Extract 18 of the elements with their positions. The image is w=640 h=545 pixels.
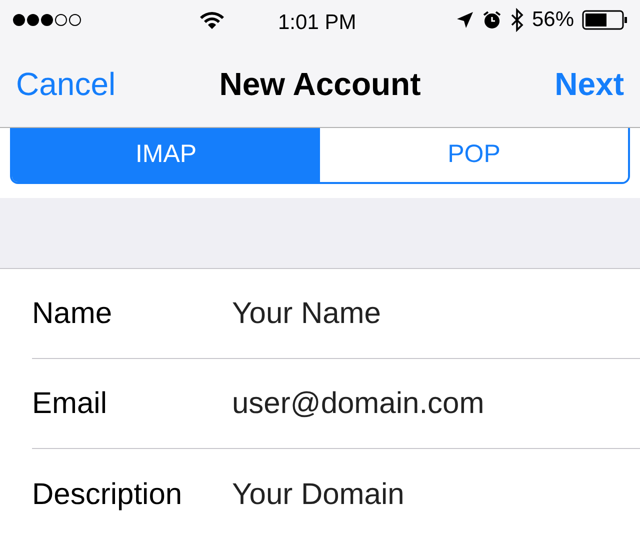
bluetooth-icon [510,8,524,32]
battery-percent: 56% [532,7,574,34]
wifi-icon [199,10,225,30]
battery-icon [582,10,628,30]
screen-title: New Account [219,64,421,104]
location-arrow-icon [456,11,474,29]
input-field[interactable]: Your Domain [232,472,640,516]
input-field[interactable]: Your Name [232,291,640,336]
field-label: Name [32,296,114,332]
input-field[interactable]: user@domain.com [232,381,640,426]
field-label: Description [32,476,184,512]
alarm-clock-icon [482,10,502,30]
signal-icon [12,13,82,27]
clock-time: 1:01 PM [278,10,356,36]
cancel-button[interactable]: Cancel [16,60,116,108]
field-label: Email [32,386,108,422]
next-button[interactable]: Next [554,60,624,108]
segment-tab[interactable]: IMAP [12,128,320,182]
